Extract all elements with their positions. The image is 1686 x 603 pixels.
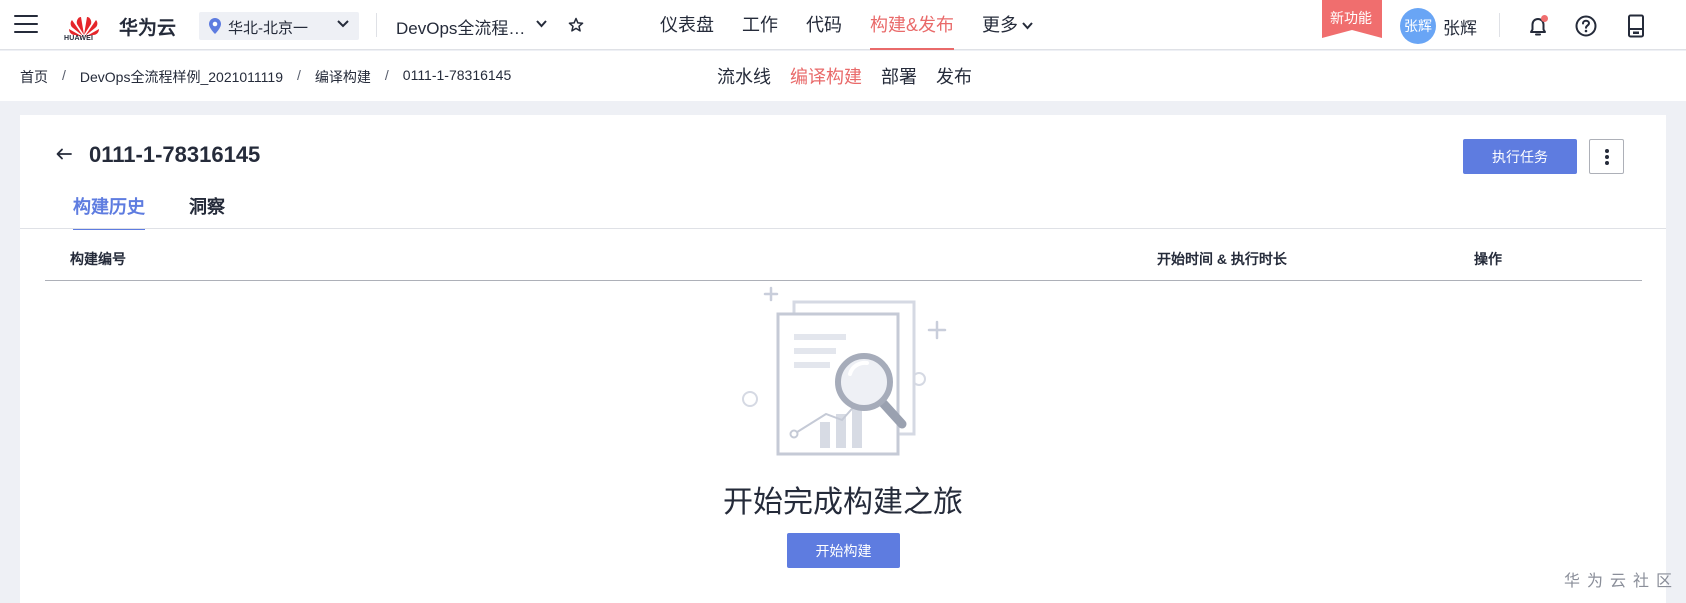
chevron-down-icon [1022,22,1033,30]
nav-item-build-release[interactable]: 构建&发布 [870,0,955,50]
avatar[interactable]: 张辉 [1400,8,1436,44]
tab-insight[interactable]: 洞察 [189,193,225,229]
project-selector[interactable]: DevOps全流程… [396,14,525,39]
region-selector[interactable]: 华北-北京一 [199,12,359,40]
more-options-button[interactable] [1589,139,1624,174]
breadcrumb-separator: / [62,67,66,83]
nav-item-work[interactable]: 工作 [742,0,778,50]
brand-name[interactable]: 华为云 [119,13,176,40]
notification-bell-icon[interactable] [1526,14,1550,38]
new-feature-label: 新功能 [1330,10,1372,26]
menu-icon[interactable] [14,15,38,35]
column-header-build-number: 构建编号 [70,251,126,267]
empty-state-title: 开始完成构建之旅 [723,486,963,519]
breadcrumb-separator: / [297,67,301,83]
logo-wordmark: HUAWEI [64,35,94,42]
help-icon[interactable] [1575,15,1597,37]
back-arrow-icon[interactable] [56,148,72,160]
table-header: 构建编号 开始时间 & 执行时长 操作 [45,229,1642,281]
execute-task-button[interactable]: 执行任务 [1463,139,1577,174]
subnav-item-build[interactable]: 编译构建 [790,63,862,89]
divider [376,13,377,37]
main-nav: 仪表盘 工作 代码 构建&发布 更多 [660,0,1061,50]
breadcrumb-home[interactable]: 首页 [20,67,48,87]
location-pin-icon [209,18,221,34]
nav-item-code[interactable]: 代码 [806,0,842,50]
top-navigation-bar: HUAWEI 华为云 华北-北京一 DevOps全流程… 仪表盘 工作 代码 构… [0,0,1686,50]
subnav-item-release[interactable]: 发布 [936,63,972,89]
nav-item-more[interactable]: 更多 [982,0,1033,50]
chevron-down-icon [337,20,349,28]
chevron-down-icon[interactable] [536,20,547,28]
sub-header: 首页 / DevOps全流程样例_2021011119 / 编译构建 / 011… [0,51,1686,101]
breadcrumb-project[interactable]: DevOps全流程样例_2021011119 [80,67,283,87]
empty-state-illustration [742,286,947,456]
sub-nav: 流水线 编译构建 部署 发布 [717,63,991,89]
subnav-item-pipeline[interactable]: 流水线 [717,63,771,89]
favorite-star-icon[interactable] [568,17,584,33]
new-feature-ribbon[interactable]: 新功能 [1322,0,1382,38]
watermark: 华为云社区 [1564,573,1680,590]
breadcrumb: 首页 / DevOps全流程样例_2021011119 / 编译构建 / 011… [20,67,511,87]
start-build-button[interactable]: 开始构建 [787,533,900,568]
tabs: 构建历史 洞察 [73,193,269,230]
column-header-start-time-duration: 开始时间 & 执行时长 [1157,251,1287,267]
breadcrumb-build[interactable]: 编译构建 [315,67,371,87]
breadcrumb-current: 0111-1-78316145 [402,67,512,83]
nav-item-dashboard[interactable]: 仪表盘 [660,0,714,50]
breadcrumb-separator: / [384,67,389,83]
tab-build-history[interactable]: 构建历史 [73,193,145,230]
device-icon[interactable] [1627,14,1645,38]
region-label: 华北-北京一 [228,20,308,37]
divider [1499,13,1500,37]
page-title: 0111-1-78316145 [89,142,261,167]
column-header-actions: 操作 [1474,251,1502,267]
username[interactable]: 张辉 [1443,14,1477,39]
subnav-item-deploy[interactable]: 部署 [881,63,917,89]
